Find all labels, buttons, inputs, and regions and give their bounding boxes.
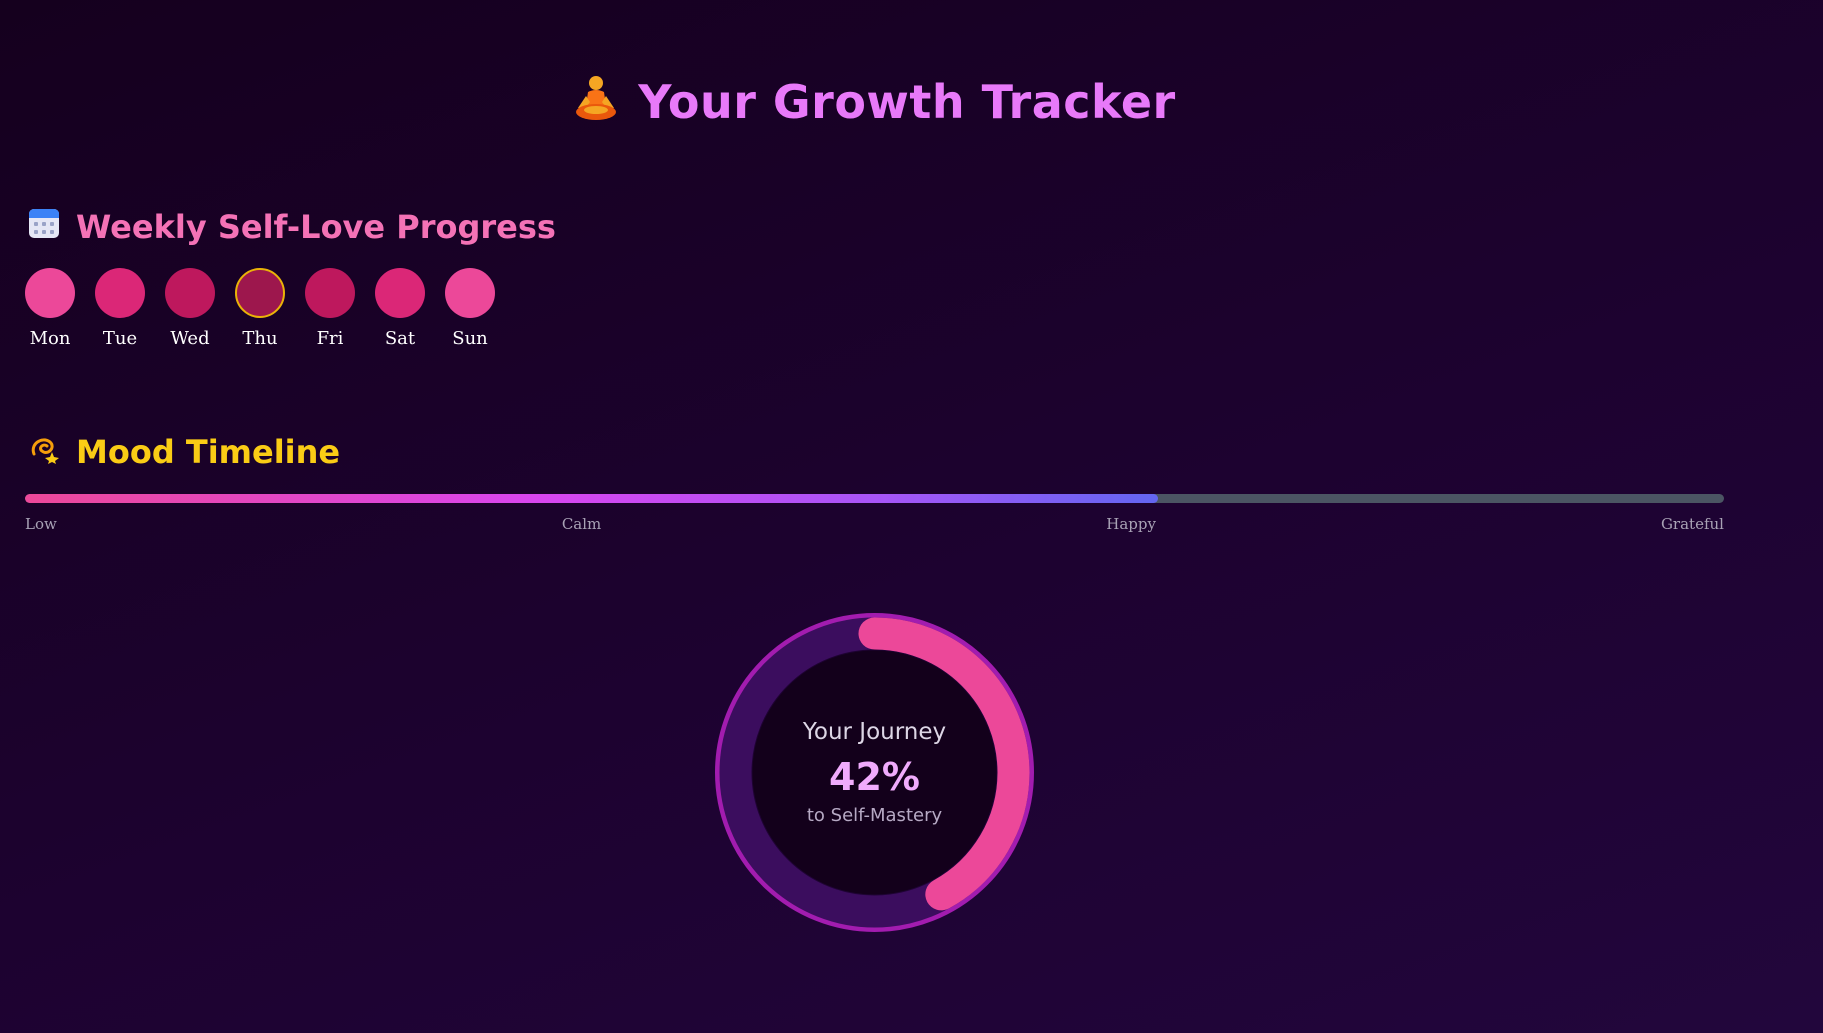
mood-label-happy: Happy: [1106, 515, 1156, 533]
person-in-lotus-position-icon: [574, 74, 618, 133]
day-progress-dot[interactable]: [25, 268, 75, 318]
day-label: Fri: [316, 328, 344, 349]
mood-timeline-heading: Mood Timeline: [28, 432, 340, 472]
day-progress-dot[interactable]: [305, 268, 355, 318]
day-item-sat[interactable]: Sat: [375, 268, 425, 349]
calendar-icon: [28, 207, 60, 247]
mood-label-low: Low: [25, 515, 57, 533]
day-label: Mon: [29, 328, 71, 349]
dizzy-star-icon: [28, 432, 60, 472]
weekly-day-list: Mon Tue Wed Thu Fri Sat Sun: [25, 268, 515, 349]
day-progress-dot[interactable]: [235, 268, 285, 318]
day-label: Sat: [384, 328, 416, 349]
mood-label-grateful: Grateful: [1660, 515, 1724, 533]
journey-percentage: 42%: [829, 755, 920, 799]
day-item-mon[interactable]: Mon: [25, 268, 75, 349]
mood-timeline-heading-text: Mood Timeline: [76, 433, 341, 471]
journey-title: Your Journey: [802, 719, 947, 745]
day-item-thu[interactable]: Thu: [235, 268, 285, 349]
day-progress-dot[interactable]: [95, 268, 145, 318]
day-item-wed[interactable]: Wed: [165, 268, 215, 349]
mood-timeline-labels: Low Calm Happy Grateful: [25, 515, 1724, 533]
day-item-fri[interactable]: Fri: [305, 268, 355, 349]
mood-timeline-fill: [25, 494, 1159, 503]
journey-subtitle: to Self-Mastery: [806, 805, 943, 826]
day-label: Sun: [452, 328, 488, 349]
weekly-progress-heading-text: Weekly Self-Love Progress: [76, 208, 556, 246]
page-title: Your Growth Tracker: [0, 74, 1750, 133]
mood-timeline-bar: [25, 494, 1724, 503]
day-label: Tue: [102, 328, 138, 349]
journey-progress-ring: Your Journey 42% to Self-Mastery: [714, 612, 1035, 933]
day-item-tue[interactable]: Tue: [95, 268, 145, 349]
mood-label-calm: Calm: [561, 515, 602, 533]
weekly-progress-heading: Weekly Self-Love Progress: [28, 207, 556, 247]
day-progress-dot[interactable]: [165, 268, 215, 318]
day-progress-dot[interactable]: [375, 268, 425, 318]
day-progress-dot[interactable]: [445, 268, 495, 318]
page-title-text: Your Growth Tracker: [638, 75, 1176, 129]
day-label: Wed: [170, 328, 210, 349]
day-label: Thu: [242, 328, 278, 349]
day-item-sun[interactable]: Sun: [445, 268, 495, 349]
